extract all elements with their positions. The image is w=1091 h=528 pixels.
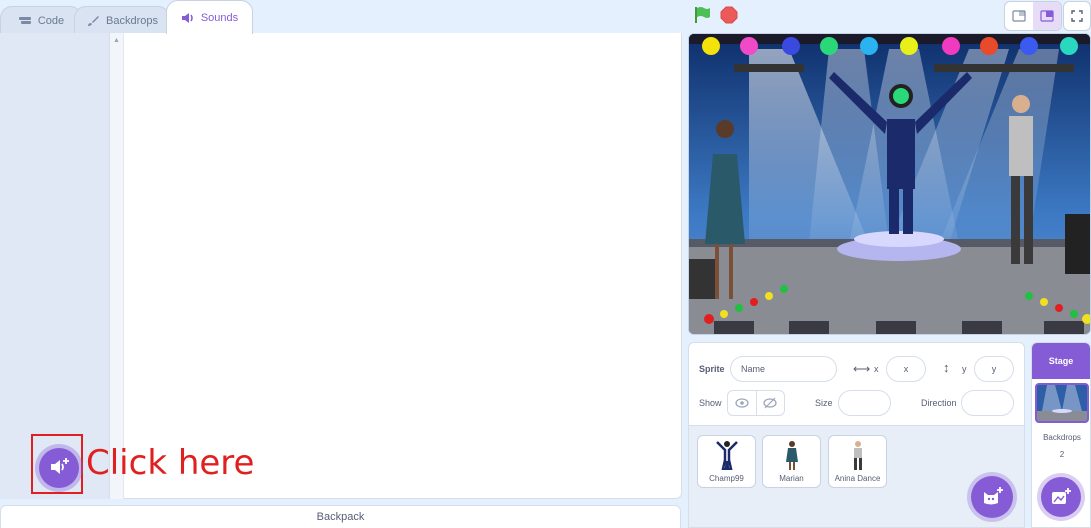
backpack-bar[interactable]: Backpack (0, 505, 681, 528)
sprite-thumbnail (715, 441, 738, 470)
normal-stage-icon (1040, 10, 1054, 22)
x-label: x (874, 364, 879, 374)
add-backdrop-icon (1052, 488, 1071, 504)
click-here-annotation: Click here (86, 443, 255, 483)
y-arrows-icon: ↕ (943, 360, 950, 375)
visibility-toggle (727, 390, 785, 416)
sprite-name-placeholder: Name (741, 364, 766, 374)
choose-sprite-button[interactable] (971, 476, 1013, 518)
scrollbar[interactable]: ▲ (110, 33, 124, 499)
editor-tabs: Code Backdrops Sounds (0, 0, 680, 34)
sprite-tile[interactable]: Champ99 (697, 435, 756, 488)
choose-backdrop-button[interactable] (1041, 477, 1081, 517)
sprite-list: Champ99 Marian Anina Dance (688, 426, 1025, 528)
small-stage-icon (1012, 10, 1026, 22)
sprite-info-panel: Sprite Name ⟷ x x ↕ y y Show Size Direct… (688, 342, 1025, 426)
sprite-tile[interactable]: Marian (762, 435, 821, 488)
choose-sound-button[interactable] (39, 448, 79, 488)
sound-editor-area (110, 33, 682, 499)
add-sound-icon (48, 457, 70, 480)
sprite-name: Marian (779, 474, 804, 483)
tab-sounds-label: Sounds (200, 11, 239, 24)
code-icon (18, 15, 32, 27)
tab-sounds[interactable]: Sounds (166, 0, 253, 34)
normal-stage-button[interactable] (1033, 2, 1061, 30)
y-placeholder: y (991, 364, 997, 374)
sprite-name-input[interactable]: Name (730, 356, 837, 382)
backpack-label: Backpack (316, 511, 365, 523)
fullscreen-button[interactable] (1063, 1, 1091, 31)
x-arrows-icon: ⟷ (853, 362, 871, 376)
backdrops-count: 2 (1059, 450, 1065, 459)
x-input[interactable]: x (886, 356, 926, 382)
sprite-name: Champ99 (709, 474, 744, 483)
stage-size-toggle (1004, 1, 1062, 31)
sprite-thumbnail (853, 441, 862, 470)
add-sprite-icon (984, 487, 1003, 505)
sprite-label: Sprite (699, 364, 725, 374)
direction-input[interactable] (961, 390, 1014, 416)
size-label: Size (815, 398, 833, 408)
backdrop-thumbnail (1035, 383, 1089, 423)
stop-icon (720, 6, 738, 24)
tab-backdrops[interactable]: Backdrops (74, 6, 170, 34)
direction-label: Direction (921, 398, 957, 408)
y-label: y (962, 364, 967, 374)
sprite-tile[interactable]: Anina Dance (828, 435, 887, 488)
green-flag-icon (695, 7, 710, 23)
speaker-icon (181, 12, 195, 24)
tab-backdrops-label: Backdrops (106, 14, 158, 27)
stage-header: Stage (1032, 343, 1090, 379)
tab-code-label: Code (37, 14, 65, 27)
scroll-up-icon[interactable]: ▲ (113, 37, 120, 44)
fullscreen-icon (1071, 10, 1083, 22)
stage-header-label: Stage (1048, 356, 1074, 366)
x-placeholder: x (903, 364, 909, 374)
stage-scene (689, 34, 1090, 334)
sprite-name: Anina Dance (834, 474, 881, 483)
tab-code[interactable]: Code (0, 6, 82, 34)
y-input[interactable]: y (974, 356, 1014, 382)
hide-sprite-button[interactable] (757, 391, 785, 415)
stop-button[interactable] (720, 6, 738, 24)
show-sprite-button[interactable] (728, 391, 757, 415)
brush-icon (86, 15, 100, 27)
show-label: Show (699, 398, 722, 408)
backdrops-label: Backdrops (1043, 433, 1081, 442)
eye-icon (735, 398, 749, 408)
sprite-thumbnail (785, 441, 798, 470)
stage-canvas[interactable] (688, 33, 1091, 335)
size-input[interactable] (838, 390, 891, 416)
green-flag-button[interactable] (693, 6, 711, 24)
small-stage-button[interactable] (1005, 2, 1033, 30)
eye-off-icon (763, 397, 777, 409)
sound-list (0, 33, 110, 499)
